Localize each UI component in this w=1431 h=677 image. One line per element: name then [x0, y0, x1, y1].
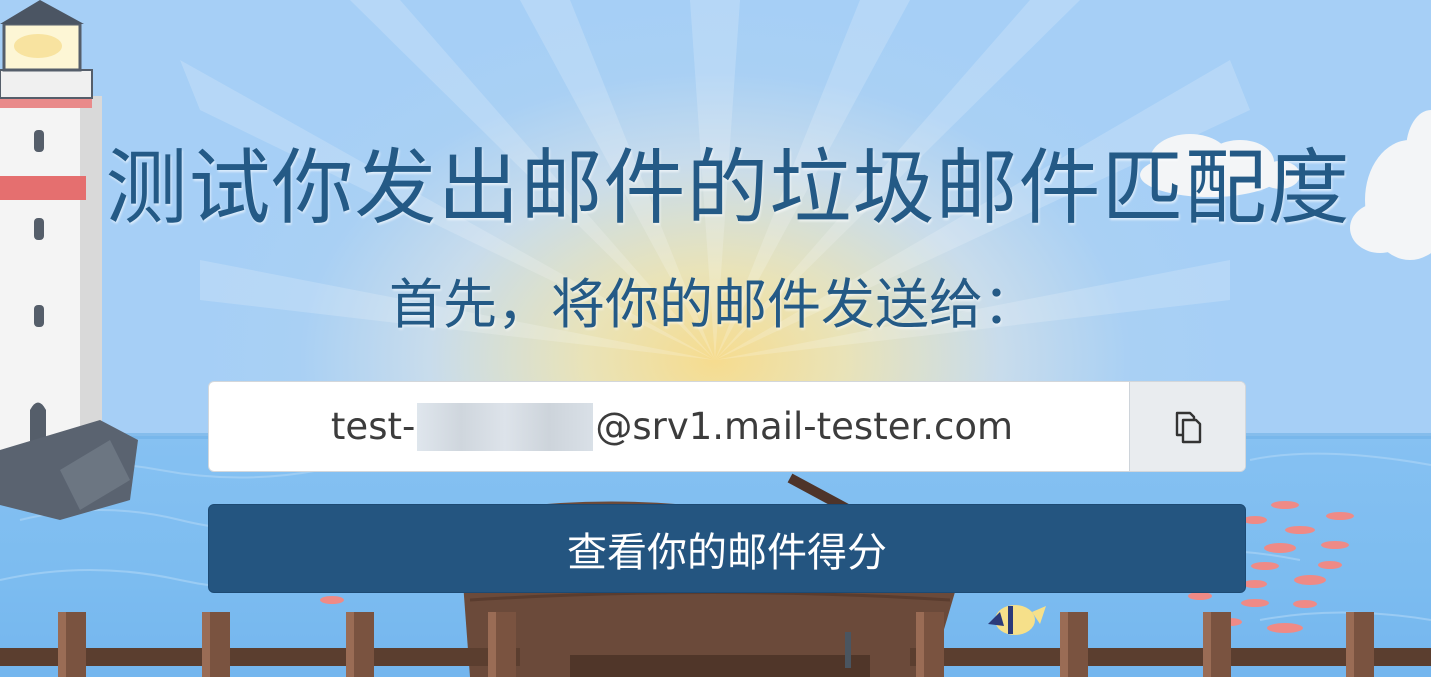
copy-email-button[interactable] [1129, 382, 1245, 471]
email-prefix: test- [330, 405, 416, 448]
email-domain: @srv1.mail-tester.com [595, 405, 1014, 448]
page-title: 测试你发出邮件的垃圾邮件匹配度 [105, 140, 1351, 236]
angelfish-icon [988, 605, 1046, 635]
test-email-address[interactable]: test- @srv1.mail-tester.com [209, 382, 1129, 471]
send-instruction: 首先，将你的邮件发送给： [389, 273, 1037, 336]
check-score-button[interactable]: 查看你的邮件得分 [208, 504, 1246, 593]
copy-icon [1175, 411, 1201, 443]
test-email-address-group: test- @srv1.mail-tester.com [208, 381, 1246, 472]
redacted-email-id [417, 402, 594, 451]
